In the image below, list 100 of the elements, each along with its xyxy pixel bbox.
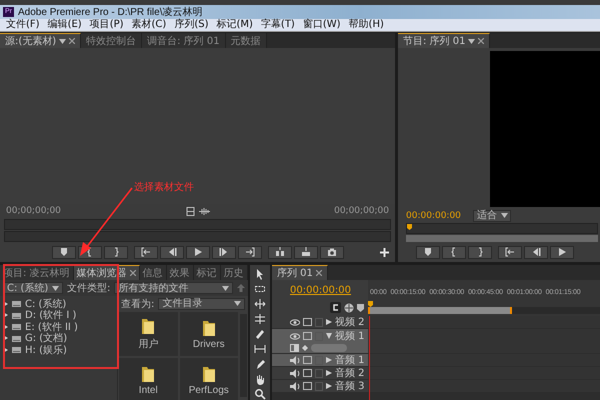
globe-icon [344,302,354,312]
file-type-dropdown[interactable]: 所有支持的文件 [114,282,233,294]
menu-item[interactable]: 序列(S) [171,19,212,31]
transport-button[interactable] [320,246,344,258]
track-name: 视频 1 [335,330,365,342]
playhead-icon [368,301,373,307]
tree-item[interactable]: C: (系统) [0,298,117,310]
transport-button[interactable] [442,246,466,258]
panel-tab[interactable]: 标记 [194,265,221,280]
transport-button[interactable] [238,246,262,258]
panel-tab[interactable]: 元数据 [226,33,267,48]
transport-button[interactable] [104,246,128,258]
transport-button[interactable] [186,246,210,258]
transport-button[interactable] [524,246,548,258]
folder-icon [141,317,156,335]
menu-item[interactable]: 素材(C) [128,19,170,31]
transport-button[interactable] [468,246,492,258]
track-name: 音频 2 [335,368,365,378]
menu-item[interactable]: 文件(F) [3,19,43,31]
bracket-arrow-icon [505,247,515,257]
pen-icon [254,358,266,370]
caret-icon [500,213,508,218]
menu-item[interactable]: 标记(M) [213,19,256,31]
view-as-dropdown[interactable]: 文件目录 [158,298,245,310]
field-label: 文件类型: [67,282,110,295]
expand-triangle-icon [326,357,332,363]
tree-item[interactable]: D: (软件 I ) [0,310,117,321]
panel-tab[interactable]: 节目: 序列 01 [398,33,490,48]
menu-item[interactable]: 窗口(W) [300,19,344,31]
transport-button[interactable] [52,246,76,258]
transport-button[interactable] [294,246,318,258]
transport-button[interactable] [134,246,158,258]
panel-tab[interactable]: 序列 01 [272,265,328,280]
step-back-icon [166,247,176,257]
folder-icon [202,364,216,382]
film-icon [186,206,194,216]
menu-item[interactable]: 帮助(H) [346,19,387,31]
folder-tile[interactable]: 用户 [119,312,178,356]
transport-button[interactable] [212,246,236,258]
track-header[interactable]: 音频 3 [272,380,368,392]
zoom-dropdown[interactable]: 适合 [472,210,511,222]
timecode: 00;00;00;00 [334,206,389,216]
panel-tab[interactable]: 特效控制台 [81,33,142,48]
transport-button[interactable] [268,246,292,258]
split-arrow-icon [254,313,266,325]
field-label: 查看为: [121,298,154,310]
up-arrow-icon [237,284,245,292]
eye-icon [290,332,300,340]
camera-icon [326,247,336,257]
lock-box-icon [303,332,312,340]
drive-icon [12,312,21,319]
panel-tab[interactable]: 信息 [140,265,167,280]
folder-tile[interactable]: PerfLogs [180,358,238,400]
span-arrow-icon [254,343,266,355]
folder-tile[interactable]: Drivers [180,312,238,356]
track-header[interactable]: 音频 2 [272,367,368,379]
menu-item[interactable]: 编辑(E) [44,19,85,31]
transport-button[interactable] [550,246,574,258]
tree-item[interactable]: E: (软件 II ) [0,321,117,332]
menu-item[interactable]: 字幕(T) [258,19,298,31]
marker-icon [423,247,433,257]
drive-dropdown[interactable]: C: (系统) [3,282,63,294]
transport-button[interactable] [160,246,184,258]
folder-icon [202,318,216,336]
track-header[interactable]: 音频 1 [272,354,368,366]
snap-icon [330,302,341,313]
drive-icon [12,334,21,342]
collapse-triangle-icon [326,333,332,339]
track-name: 视频 2 [335,316,365,328]
step-back-icon [531,247,541,257]
waveform-icon [198,206,210,216]
track-header[interactable]: 视频 1 [272,329,368,353]
lock-box-icon [303,382,312,390]
playhead-icon [407,224,412,230]
panel-tab[interactable]: 调音台: 序列 01 [142,33,226,48]
razor-icon [254,328,266,340]
magnifier-icon [254,388,266,400]
timecode: 00:00:00:00 [406,210,461,220]
dashed-frame-icon [254,283,266,295]
panel-tab[interactable]: 效果 [166,265,194,280]
close-icon [130,270,136,276]
menu-item[interactable]: 项目(P) [86,19,127,31]
timecode: 00;00;00;00 [6,206,61,216]
folder-icon [141,364,156,382]
close-icon [69,38,76,44]
cursor-icon [254,268,266,280]
panel-tab[interactable]: 历史 [220,265,248,280]
track-name: 音频 1 [335,354,365,366]
transport-button[interactable] [498,246,522,258]
play-icon [192,247,202,257]
panel-tab[interactable]: 源:(无素材) [0,33,82,48]
play-icon [557,247,567,257]
caret-icon [52,286,60,290]
track-header[interactable]: 视频 2 [272,316,368,328]
folder-tile[interactable]: Intel [119,358,178,400]
transport-button[interactable] [416,246,440,258]
eye-icon [290,318,300,326]
tree-item[interactable]: H: (娱乐) [0,344,117,356]
tree-item[interactable]: G: (文档) [0,332,117,344]
drive-icon [12,300,21,308]
